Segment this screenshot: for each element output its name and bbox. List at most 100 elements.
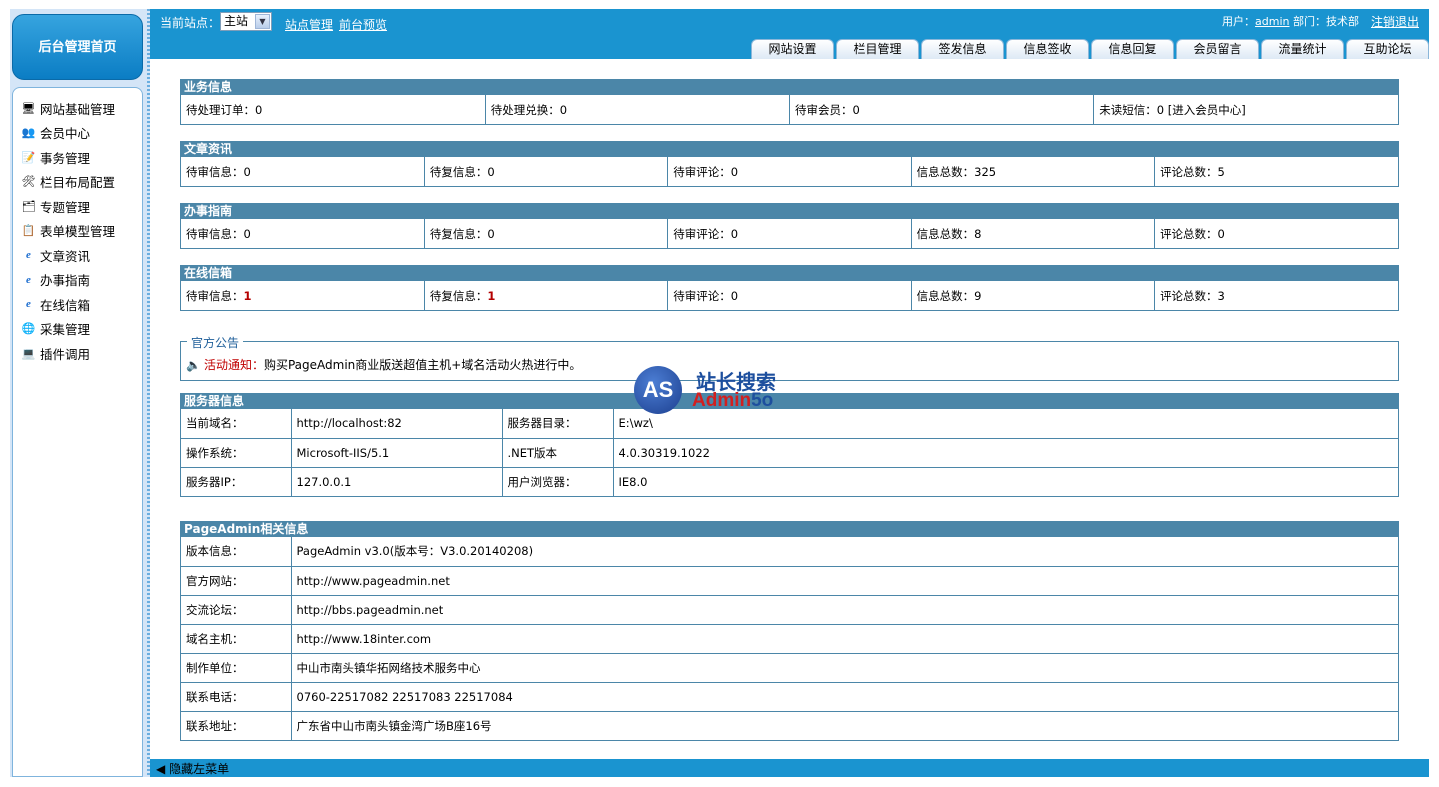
server-key: 当前域名：: [186, 416, 244, 431]
tab-column-manage[interactable]: 栏目管理: [836, 39, 919, 59]
sidebar-item-tasks[interactable]: 📝 事务管理: [13, 145, 142, 170]
sidebar-item-layout[interactable]: 🛠 栏目布局配置: [13, 170, 142, 195]
ie-icon: e: [26, 298, 31, 311]
tab-site-settings[interactable]: 网站设置: [751, 39, 834, 59]
tab-receive-info[interactable]: 信息签收: [1006, 39, 1089, 59]
business-cell: 未读短信：0 [进入会员中心]: [1093, 95, 1398, 124]
mailbox-table: 待审信息：1 待复信息：1 待审评论：0 信息总数：9 评论总数：3: [181, 281, 1398, 310]
sidebar-item-label: 栏目布局配置: [40, 175, 116, 191]
tab-reply-info[interactable]: 信息回复: [1091, 39, 1174, 59]
notice-text[interactable]: 购买PageAdmin商业版送超值主机+域名活动火热进行中。: [264, 358, 581, 372]
sidebar-item-label: 会员中心: [40, 126, 91, 142]
admin-home-button[interactable]: 后台管理首页: [12, 14, 143, 80]
business-cell: 待处理订单：0: [186, 102, 263, 117]
pageadmin-info-title: PageAdmin相关信息: [181, 522, 1398, 537]
site-select[interactable]: 主站 ▼: [220, 12, 272, 31]
server-key: 用户浏览器：: [501, 466, 613, 496]
topics-icon: 🗂: [21, 199, 36, 213]
articles-table: 待审信息：0 待复信息：0 待审评论：0 信息总数：325 评论总数：5: [181, 157, 1398, 186]
sidebar-item-label: 采集管理: [40, 322, 91, 338]
hide-menu-button[interactable]: ◀ 隐藏左菜单: [156, 760, 229, 777]
table-row: 版本信息： PageAdmin v3.0(版本号：V3.0.20140208): [181, 537, 1398, 566]
sidebar-menu: 🖥 网站基础管理 👥 会员中心 📝 事务管理 🛠 栏目布局配置 🗂 专题管理 📋: [12, 87, 143, 777]
business-info-table: 待处理订单：0 待处理兑换：0 待审会员：0 未读短信：0 [进入会员中心]: [181, 95, 1398, 124]
business-cell: 待审会员：0: [788, 95, 1094, 124]
business-info-panel: 业务信息 待处理订单：0 待处理兑换：0 待审会员：0 未读短信：0 [进入会员…: [180, 79, 1399, 125]
members-icon: 👥: [21, 126, 36, 140]
sidebar: 后台管理首页 🖥 网站基础管理 👥 会员中心 📝 事务管理 🛠 栏目布局配置 🗂…: [10, 9, 147, 777]
preview-link[interactable]: 前台预览: [339, 16, 387, 33]
sidebar-item-label: 事务管理: [40, 150, 91, 166]
sidebar-item-label: 文章资讯: [40, 248, 91, 264]
collect-icon: 🌐: [21, 322, 36, 336]
sidebar-item-label: 插件调用: [40, 346, 91, 362]
server-key: 操作系统：: [181, 437, 291, 467]
server-key: .NET版本: [501, 437, 613, 467]
main-content: 业务信息 待处理订单：0 待处理兑换：0 待审会员：0 未读短信：0 [进入会员…: [150, 59, 1429, 759]
sidebar-item-forms[interactable]: 📋 表单模型管理: [13, 219, 142, 244]
tab-issue-info[interactable]: 签发信息: [921, 39, 1004, 59]
sidebar-item-site-basic[interactable]: 🖥 网站基础管理: [13, 96, 142, 121]
notice-body: 🔈 活动通知：购买PageAdmin商业版送超值主机+域名活动火热进行中。: [186, 356, 581, 373]
sidebar-item-label: 专题管理: [40, 199, 91, 215]
table-row: 交流论坛： http://bbs.pageadmin.net: [181, 594, 1398, 624]
sidebar-item-collect[interactable]: 🌐 采集管理: [13, 317, 142, 342]
mailbox-reply-value: 1: [487, 288, 496, 303]
sidebar-item-guide[interactable]: e 办事指南: [13, 268, 142, 293]
pageadmin-value: 0760-22517082 22517083 22517084: [290, 681, 1398, 711]
server-value: 127.0.0.1: [290, 466, 502, 496]
guide-cell: 待审信息：0: [186, 226, 251, 241]
site-select-value: 主站: [224, 14, 249, 28]
top-tabs: 网站设置 栏目管理 签发信息 信息签收 信息回复 会员留言 流量统计 互助论坛: [749, 39, 1429, 59]
guide-table: 待审信息：0 待复信息：0 待审评论：0 信息总数：8 评论总数：0: [181, 219, 1398, 248]
pageadmin-value: 广东省中山市南头镇金湾广场B座16号: [290, 710, 1398, 740]
server-value: E:\wz\: [612, 409, 1398, 438]
server-value: http://localhost:82: [290, 409, 502, 438]
table-row: 服务器IP： 127.0.0.1 用户浏览器： IE8.0: [181, 466, 1398, 496]
logout-link[interactable]: 注销退出: [1371, 13, 1419, 30]
pageadmin-key: 官方网站：: [181, 565, 291, 595]
sidebar-item-label: 网站基础管理: [40, 101, 116, 117]
top-bar: 当前站点： 主站 ▼ 站点管理 前台预览 用户：admin 部门：技术部 注销退…: [150, 9, 1429, 59]
user-name-link[interactable]: admin: [1255, 15, 1289, 28]
site-manage-link[interactable]: 站点管理: [285, 16, 333, 33]
articles-cell: 信息总数：325: [910, 157, 1155, 186]
pageadmin-key: 版本信息：: [186, 544, 244, 559]
articles-cell: 待审信息：0: [186, 164, 251, 179]
chevron-down-icon[interactable]: ▼: [255, 14, 270, 29]
articles-cell: 评论总数：5: [1154, 157, 1398, 186]
pageadmin-value: http://bbs.pageadmin.net: [290, 594, 1398, 624]
mailbox-cell: 待审评论：0: [667, 281, 912, 310]
articles-title: 文章资讯: [181, 142, 1398, 157]
sidebar-item-topics[interactable]: 🗂 专题管理: [13, 194, 142, 219]
tab-member-messages[interactable]: 会员留言: [1176, 39, 1259, 59]
guide-cell: 信息总数：8: [910, 219, 1155, 248]
tab-traffic-stats[interactable]: 流量统计: [1261, 39, 1344, 59]
pageadmin-key: 制作单位：: [181, 652, 291, 682]
caret-left-icon: ◀: [156, 762, 166, 776]
pageadmin-info-panel: PageAdmin相关信息 版本信息： PageAdmin v3.0(版本号：V…: [180, 521, 1399, 741]
site-settings-icon: 🖥: [21, 101, 36, 115]
notice-legend: 官方公告: [187, 334, 244, 351]
tab-forum[interactable]: 互助论坛: [1346, 39, 1429, 59]
table-row: 当前域名： http://localhost:82 服务器目录： E:\wz\: [181, 409, 1398, 438]
sidebar-item-plugins[interactable]: 💻 插件调用: [13, 341, 142, 366]
pageadmin-info-table: 版本信息： PageAdmin v3.0(版本号：V3.0.20140208) …: [181, 537, 1398, 740]
server-value: 4.0.30319.1022: [612, 437, 1398, 467]
pageadmin-value: http://www.18inter.com: [290, 623, 1398, 653]
sidebar-item-label: 办事指南: [40, 273, 91, 289]
sidebar-item-mailbox[interactable]: e 在线信箱: [13, 292, 142, 317]
sidebar-item-articles[interactable]: e 文章资讯: [13, 243, 142, 268]
server-value: IE8.0: [612, 466, 1398, 496]
table-row: 官方网站： http://www.pageadmin.net: [181, 565, 1398, 595]
guide-cell: 待审评论：0: [667, 219, 912, 248]
guide-cell: 评论总数：0: [1154, 219, 1398, 248]
server-key: 服务器IP：: [181, 466, 291, 496]
plugin-icon: 💻: [21, 346, 36, 360]
pageadmin-value: 中山市南头镇华拓网络技术服务中心: [290, 652, 1398, 682]
sidebar-item-members[interactable]: 👥 会员中心: [13, 121, 142, 146]
notice-tag: 活动通知：: [203, 358, 264, 372]
business-info-title: 业务信息: [181, 80, 1398, 95]
guide-panel: 办事指南 待审信息：0 待复信息：0 待审评论：0 信息总数：8 评论总数：0: [180, 203, 1399, 249]
mailbox-cell: 信息总数：9: [910, 281, 1155, 310]
